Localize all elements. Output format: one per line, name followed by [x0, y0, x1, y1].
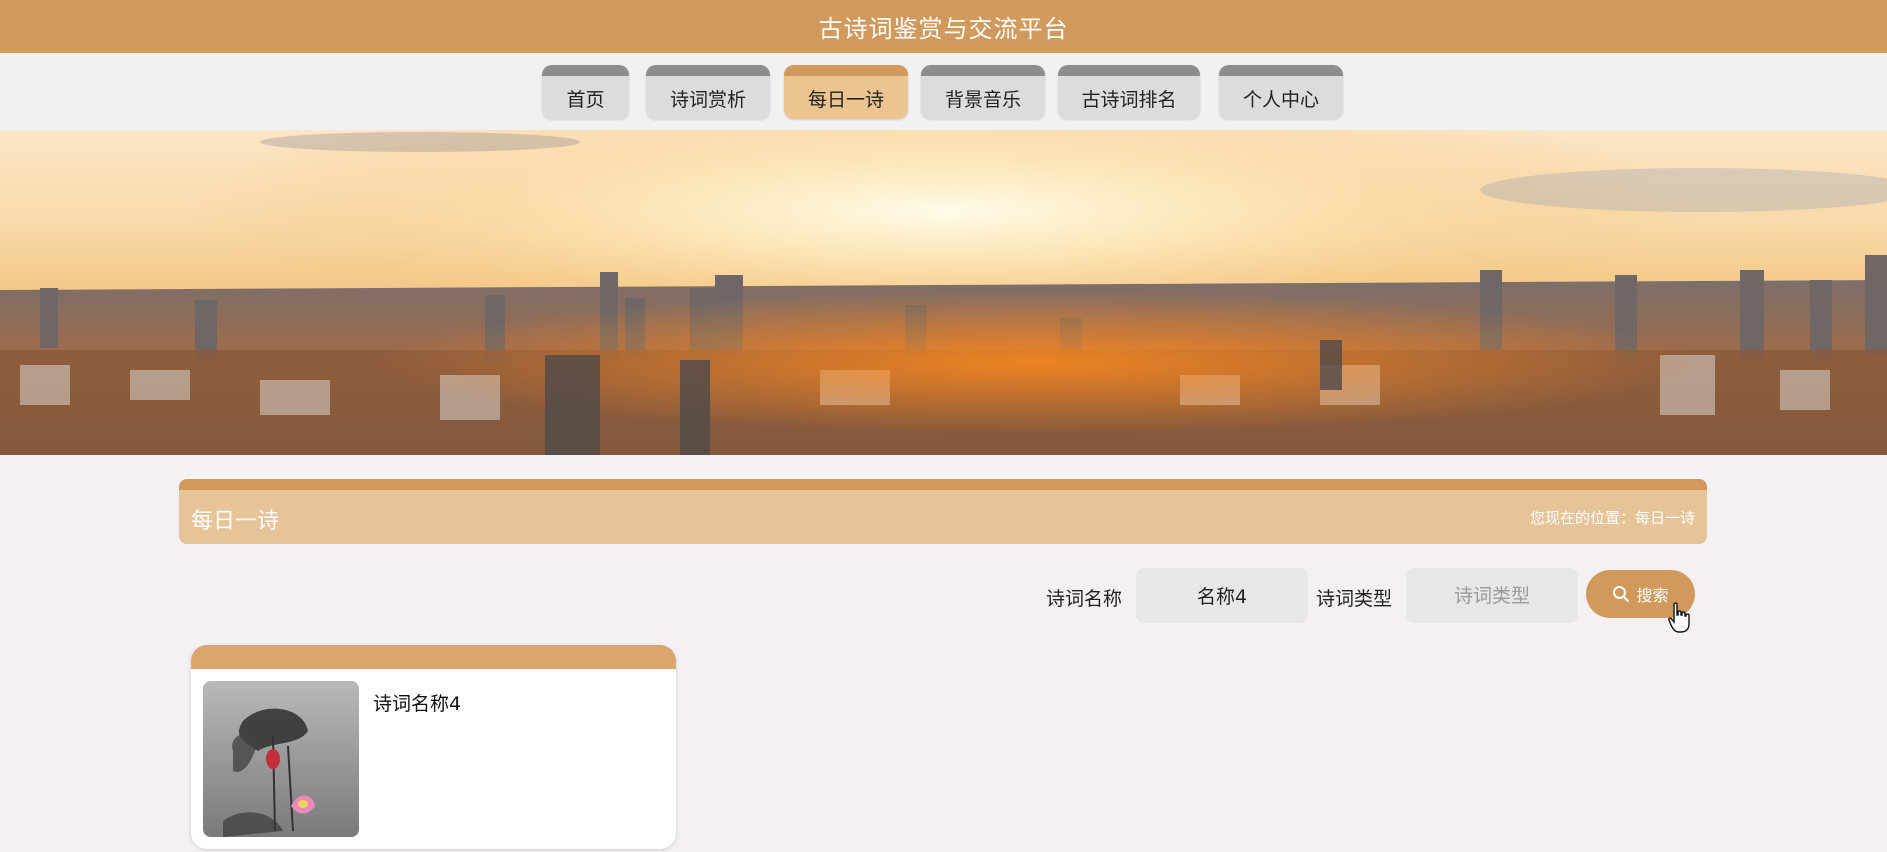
poem-card[interactable]: 诗词名称4	[191, 645, 676, 849]
poem-thumbnail-image[interactable]	[203, 681, 359, 837]
hand-cursor-icon	[1668, 602, 1690, 633]
nav-item-poetry-appreciation[interactable]: 诗词赏析	[646, 65, 770, 119]
poem-name[interactable]: 诗词名称4	[373, 689, 461, 716]
nav-item-label: 首页	[566, 88, 605, 111]
nav-item-poetry-ranking[interactable]: 古诗词排名	[1058, 65, 1200, 119]
breadcrumb: 您现在的位置：每日一诗	[1529, 509, 1695, 527]
nav-item-label: 背景音乐	[944, 88, 1021, 111]
poem-type-input[interactable]	[1406, 568, 1578, 623]
app-title: 古诗词鉴赏与交流平台	[818, 15, 1069, 43]
poem-name-label: 诗词名称	[1046, 588, 1123, 610]
section-title: 每日一诗	[191, 509, 280, 534]
nav-item-personal-center[interactable]: 个人中心	[1219, 65, 1343, 119]
main-nav: 首页 诗词赏析 每日一诗 背景音乐 古诗词排名 个人中心	[0, 53, 1887, 130]
search-icon	[1613, 586, 1630, 602]
search-button-label: 搜索	[1636, 586, 1669, 605]
city-banner-image	[0, 130, 1887, 455]
nav-item-label: 诗词赏析	[669, 88, 746, 111]
city-skyline-illustration	[0, 130, 1887, 455]
nav-item-daily-poem[interactable]: 每日一诗	[784, 65, 908, 119]
poem-name-input[interactable]	[1136, 568, 1308, 623]
nav-item-home[interactable]: 首页	[542, 65, 629, 119]
nav-item-background-music[interactable]: 背景音乐	[921, 65, 1045, 119]
poem-type-label: 诗词类型	[1316, 588, 1393, 610]
nav-item-label: 个人中心	[1242, 88, 1319, 111]
lotus-ink-painting	[203, 681, 359, 837]
nav-item-label: 古诗词排名	[1081, 88, 1177, 111]
card-header-bar	[191, 645, 676, 669]
top-bar: 古诗词鉴赏与交流平台	[0, 0, 1887, 53]
nav-item-label: 每日一诗	[807, 88, 884, 111]
section-header: 每日一诗 您现在的位置：每日一诗	[179, 479, 1707, 544]
